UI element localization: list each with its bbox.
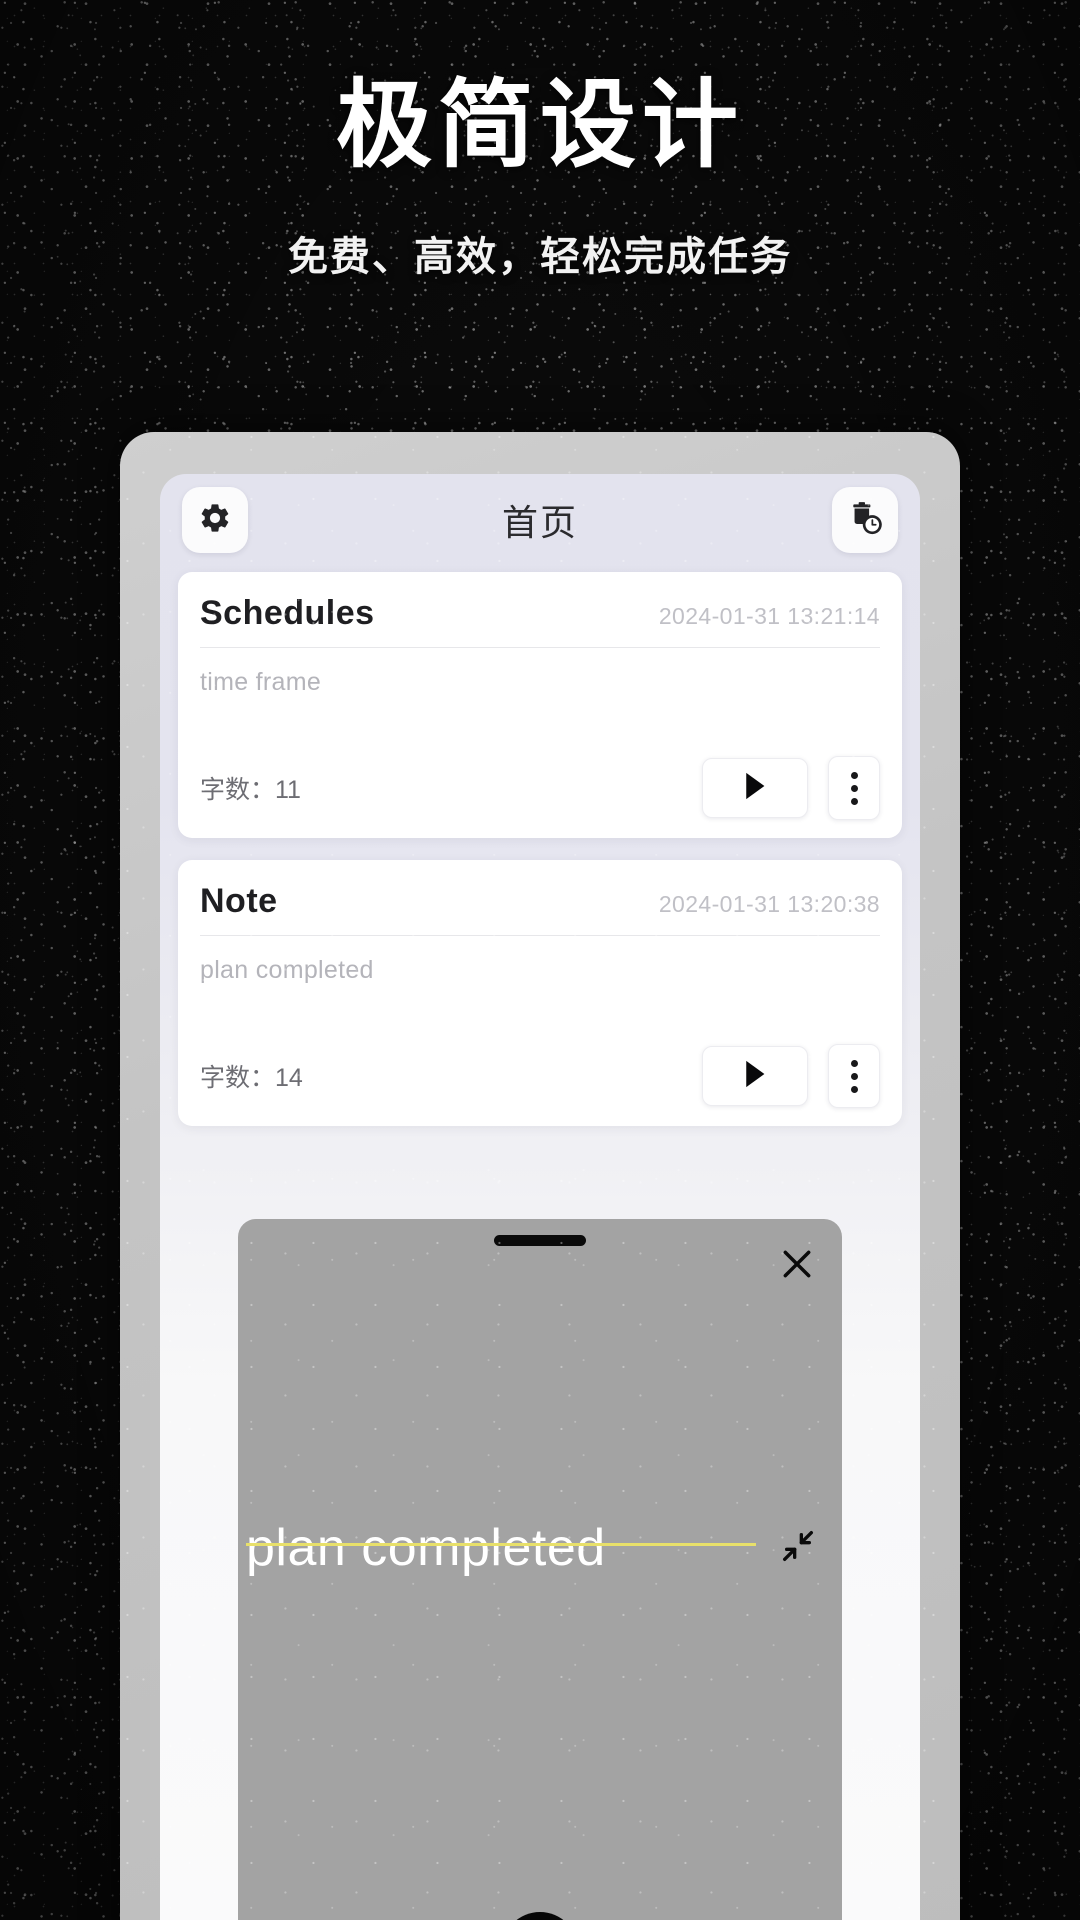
note-card[interactable]: Schedules 2024-01-31 13:21:14 time frame… [178,572,902,838]
notes-list: Schedules 2024-01-31 13:21:14 time frame… [160,566,920,1126]
play-icon [742,1059,768,1094]
hero-section: 极简设计 免费、高效，轻松完成任务 [0,0,1080,282]
note-body: time frame [200,668,322,696]
note-title: Note [200,882,278,920]
more-vertical-icon [850,1059,858,1067]
phone-screen: 首页 Schedules 2024-01-31 13:21:14 time fr… [160,474,920,1920]
play-button[interactable] [702,1046,808,1106]
phone-frame: 首页 Schedules 2024-01-31 13:21:14 time fr… [120,432,960,1920]
more-options-button[interactable] [828,756,880,820]
strikethrough-line [246,1543,756,1546]
page-subtitle: 免费、高效，轻松完成任务 [288,233,792,279]
more-vertical-icon [850,784,858,792]
more-options-button[interactable] [828,1044,880,1108]
note-card-footer: 字数：11 [200,756,880,820]
settings-button[interactable] [182,487,248,553]
note-timestamp: 2024-01-31 13:21:14 [658,603,880,629]
app-header: 首页 [160,474,920,566]
more-vertical-icon [850,771,858,779]
collapse-button[interactable] [772,1523,824,1575]
recycle-bin-button[interactable] [832,487,898,553]
drag-handle[interactable] [494,1235,586,1246]
close-button[interactable] [774,1243,820,1289]
poster-stage: 极简设计 免费、高效，轻松完成任务 首页 Schedules 2024-01-3… [0,0,1080,1920]
note-card-header: Note 2024-01-31 13:20:38 [200,882,880,936]
sheet-text-wrap: plan completed [246,1519,762,1579]
word-count-label: 字数：11 [200,776,301,804]
fab-button[interactable] [502,1912,578,1920]
word-count-label: 字数：14 [200,1064,303,1092]
play-button[interactable] [702,758,808,818]
note-card-footer: 字数：14 [200,1044,880,1108]
note-card[interactable]: Note 2024-01-31 13:20:38 plan completed … [178,860,902,1126]
more-vertical-icon [850,1072,858,1080]
sheet-content: plan completed [238,1519,842,1579]
play-icon [742,771,768,806]
sheet-task-text: plan completed [246,1519,606,1577]
note-body: plan completed [200,956,374,984]
focus-sheet[interactable]: plan completed [238,1219,842,1920]
close-icon [777,1244,817,1289]
app-title: 首页 [501,502,578,543]
note-card-header: Schedules 2024-01-31 13:21:14 [200,594,880,648]
note-timestamp: 2024-01-31 13:20:38 [658,891,880,917]
note-title: Schedules [200,594,375,632]
gear-icon [198,501,232,540]
trash-clock-icon [846,499,884,542]
collapse-arrows-icon [778,1526,818,1571]
more-vertical-icon [850,1085,858,1093]
more-vertical-icon [850,797,858,805]
page-title: 极简设计 [336,72,744,179]
